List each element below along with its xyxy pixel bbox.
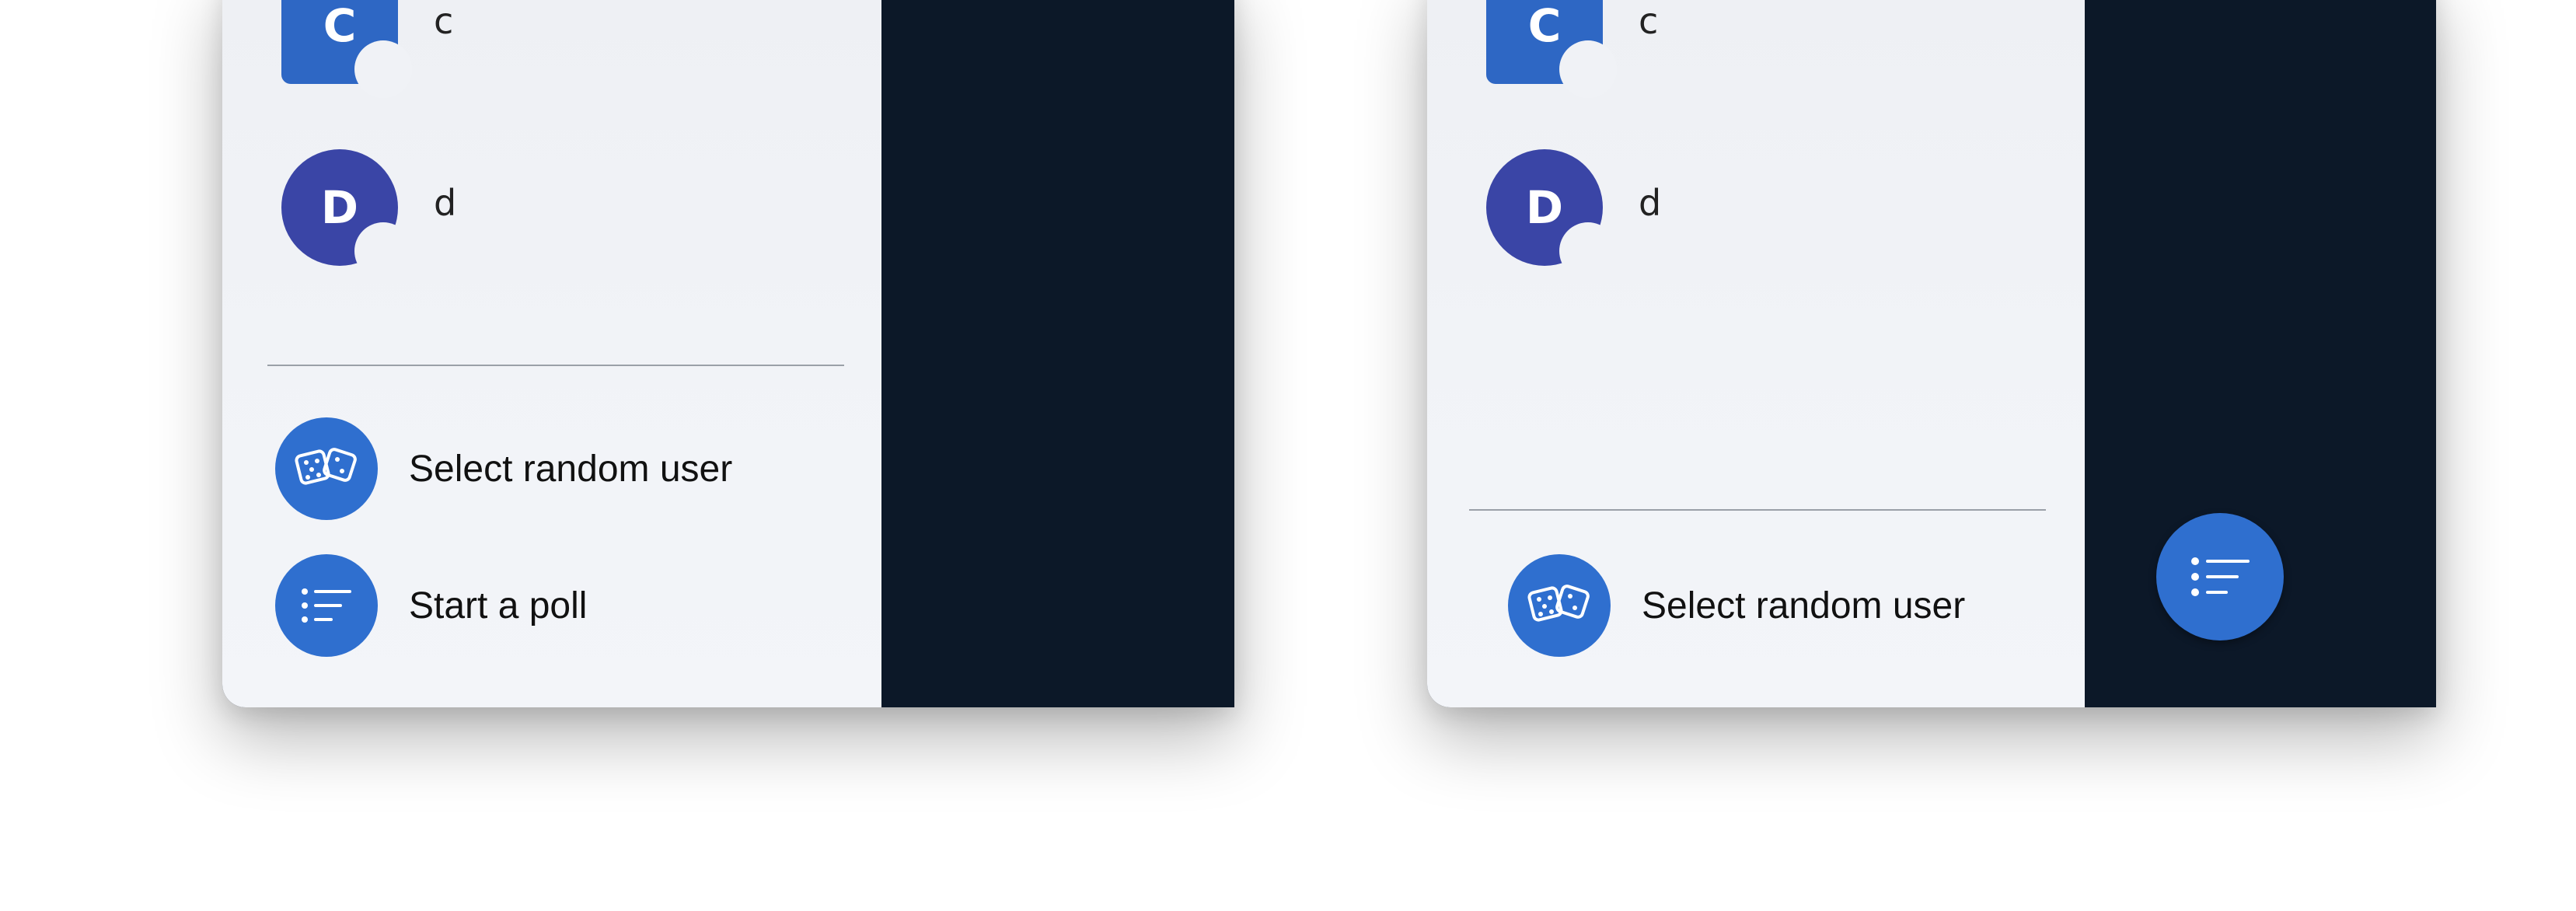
avatar: D [1486,149,1617,280]
poll-list-icon [2191,557,2250,596]
dice-icon [275,417,378,520]
action-label: Select random user [1642,585,1966,627]
left-screenshot-panel: C c D d Select random user Start a poll [222,0,1234,707]
start-poll-button[interactable]: Start a poll [275,554,587,657]
avatar: D [281,149,412,280]
participant-row[interactable]: D d [1486,149,1662,280]
participant-name: c [434,0,454,42]
action-label: Select random user [409,448,733,490]
avatar-initial: D [1525,181,1564,234]
status-dot [1559,222,1617,280]
dice-icon [1508,554,1611,657]
avatar-initial: C [1527,0,1562,52]
poll-list-icon [275,554,378,657]
avatar-initial: C [323,0,357,52]
participant-name: d [434,182,457,224]
avatar: C [1486,0,1617,98]
avatar-initial: D [320,181,359,234]
divider [1469,509,2046,511]
select-random-user-button[interactable]: Select random user [1508,554,1965,657]
main-video-area [2085,0,2436,707]
action-label: Start a poll [409,585,588,627]
status-dot [1559,40,1617,98]
comparison-stage: C c D d Select random user Start a poll … [0,0,2576,911]
poll-fab-button[interactable] [2156,513,2284,640]
status-dot [354,40,412,98]
status-dot [354,222,412,280]
participant-name: c [1639,0,1659,42]
avatar: C [281,0,412,98]
main-video-area [881,0,1234,707]
participant-name: d [1639,182,1662,224]
participants-sidebar: C c D d [222,0,881,707]
participant-row[interactable]: C c [1486,0,1659,98]
participant-row[interactable]: C c [281,0,454,98]
participants-sidebar: C c D d [1427,0,2085,707]
right-screenshot-panel: C c D d Select random user [1427,0,2436,707]
participant-row[interactable]: D d [281,149,457,280]
select-random-user-button[interactable]: Select random user [275,417,732,520]
divider [267,365,844,366]
